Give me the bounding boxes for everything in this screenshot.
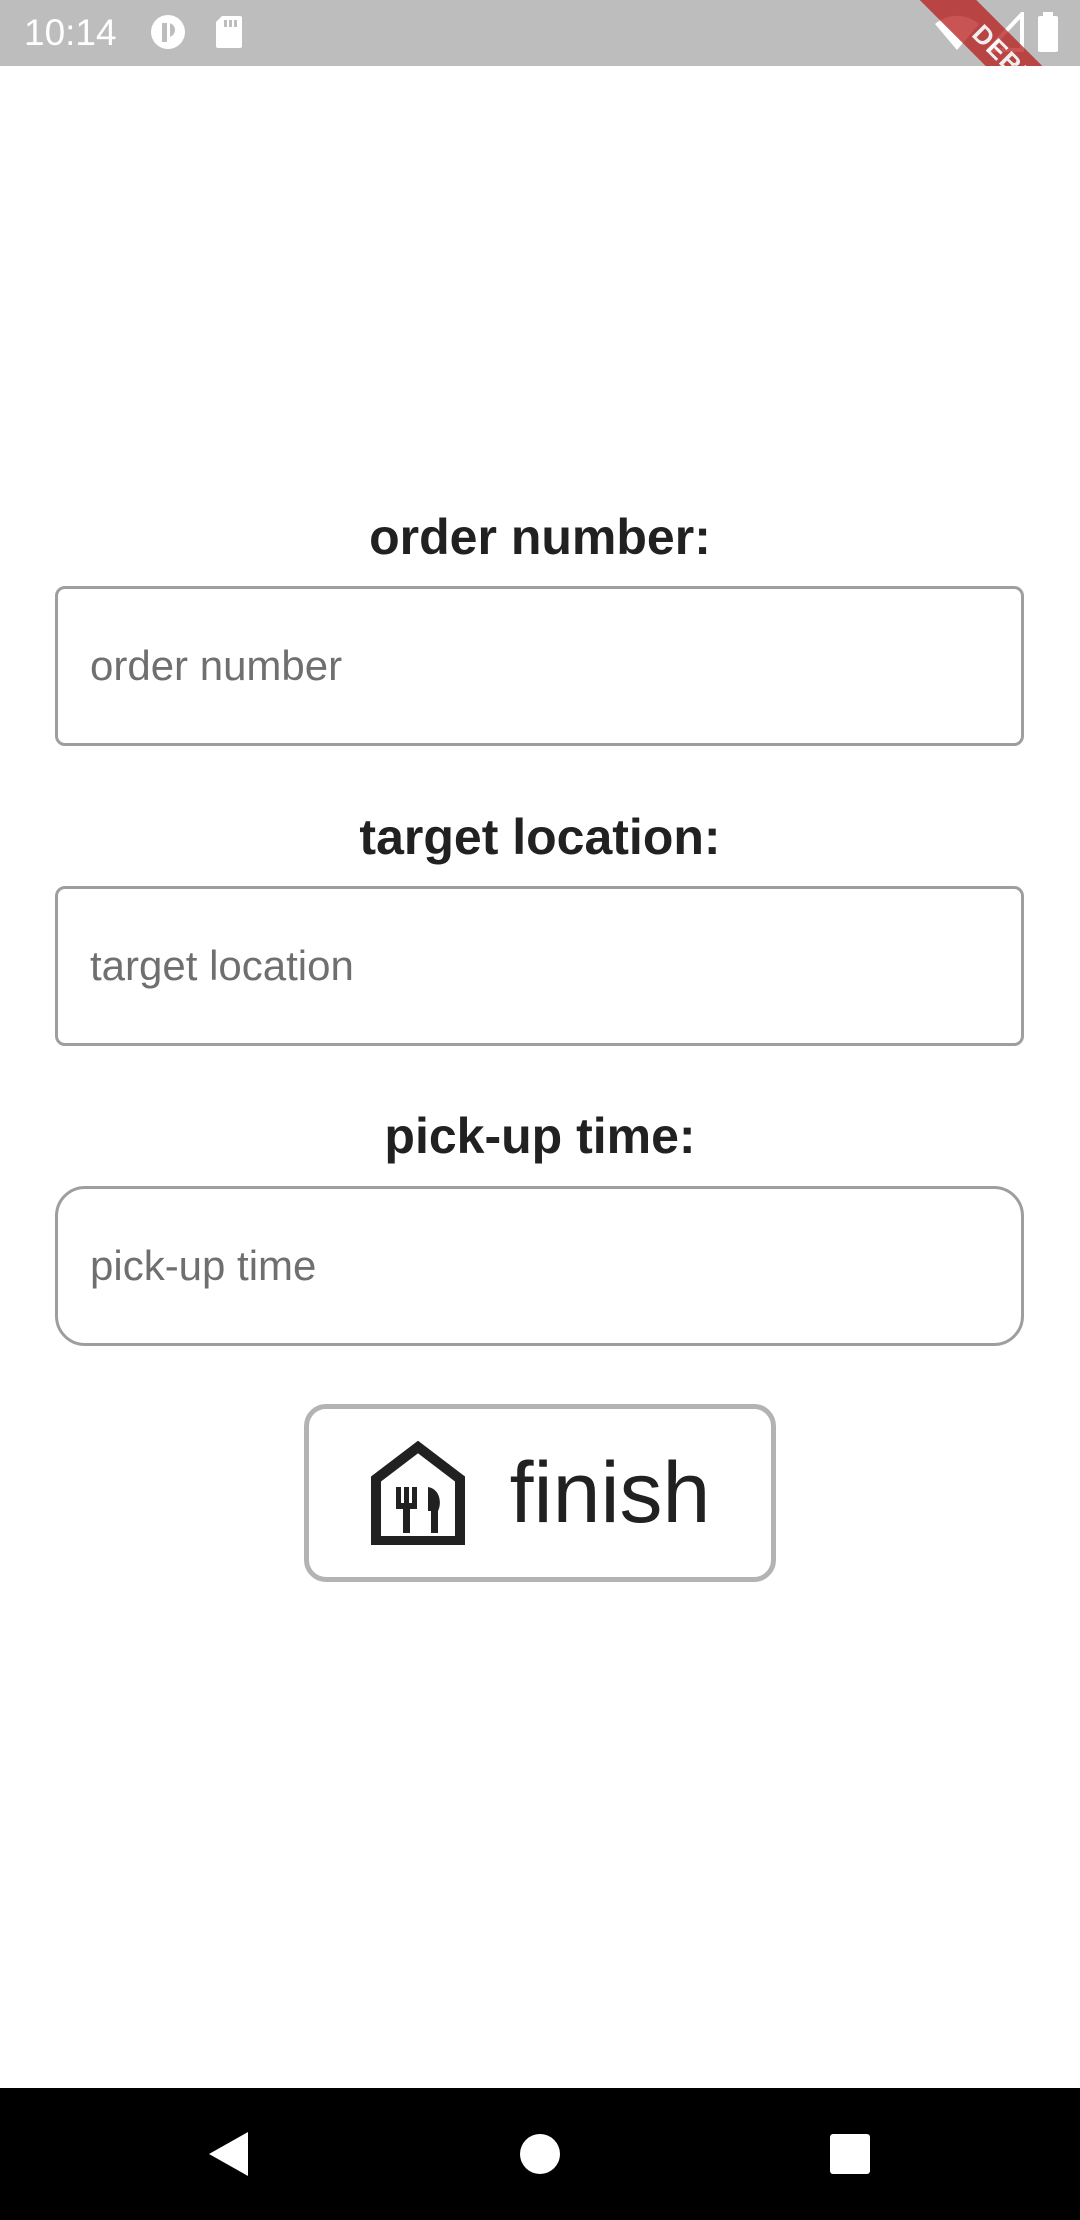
restaurant-house-icon <box>370 1441 465 1545</box>
pickup-time-input[interactable] <box>55 1186 1024 1346</box>
order-number-input[interactable] <box>55 586 1024 746</box>
target-location-label: target location: <box>359 809 721 865</box>
navigation-bar <box>0 2088 1080 2220</box>
home-button[interactable] <box>504 2118 576 2190</box>
app-notification-icon <box>151 15 185 49</box>
status-time: 10:14 <box>24 12 117 53</box>
pickup-time-label: pick-up time: <box>384 1108 696 1164</box>
order-number-label: order number: <box>369 509 711 565</box>
back-button[interactable] <box>193 2118 265 2190</box>
recents-square-icon <box>830 2134 870 2174</box>
status-bar: 10:14 DEBUG <box>0 0 1080 66</box>
battery-icon <box>1038 12 1058 52</box>
recents-button[interactable] <box>814 2118 886 2190</box>
home-circle-icon <box>520 2134 560 2174</box>
target-location-input[interactable] <box>55 886 1024 1046</box>
back-triangle-icon <box>209 2132 248 2176</box>
finish-button[interactable]: finish <box>304 1404 776 1582</box>
sd-card-icon <box>216 16 242 48</box>
finish-button-label: finish <box>509 1445 711 1541</box>
